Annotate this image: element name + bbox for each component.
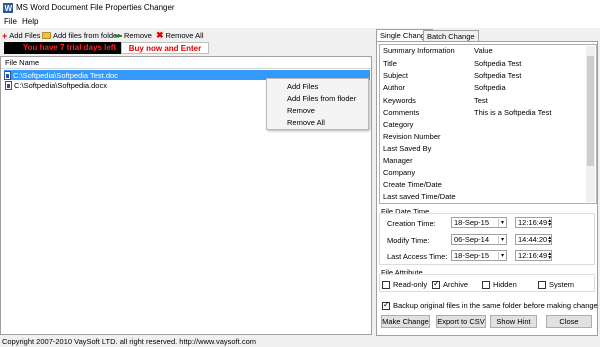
system-checkbox[interactable]: System <box>538 280 574 289</box>
vertical-scrollbar[interactable] <box>586 46 595 202</box>
folder-icon <box>42 32 51 39</box>
archive-checkbox[interactable]: Archive <box>432 279 468 289</box>
hidden-checkbox[interactable]: Hidden <box>482 280 517 289</box>
property-row-manager[interactable]: Manager <box>380 155 585 167</box>
minus-icon <box>115 34 122 37</box>
scrollbar-thumb[interactable] <box>587 56 594 166</box>
checkbox-box[interactable] <box>382 280 390 289</box>
backup-originals-checkbox[interactable]: Backup original files in the same folder… <box>382 300 598 310</box>
status-bar: Copyright 2007-2010 VaySoft LTD. all rig… <box>0 337 600 347</box>
show-hint-button[interactable]: Show Hint <box>490 315 537 328</box>
modify-time-input[interactable]: 14:44:20 ▲ ▼ <box>515 234 552 245</box>
plus-icon: + <box>2 30 8 41</box>
property-row-company[interactable]: Company <box>380 167 585 179</box>
menu-bar: File Help <box>0 16 600 28</box>
property-row-create-time-date[interactable]: Create Time/Date <box>380 179 585 191</box>
checkbox-box[interactable] <box>538 280 546 289</box>
checkbox-checked[interactable] <box>382 300 390 310</box>
file-name-column-header[interactable]: File Name <box>1 57 371 69</box>
ctx-add-files-from-folder[interactable]: Add Files from floder <box>287 94 356 103</box>
toolbar: + Add Files Add files from folder Remove… <box>0 29 375 41</box>
creation-date-picker[interactable]: 18-Sep-15 ▾ <box>451 217 507 228</box>
property-row-last-saved-time-date[interactable]: Last saved Time/Date <box>380 191 585 203</box>
ctx-remove[interactable]: Remove <box>287 106 315 115</box>
property-row-author[interactable]: Author Softpedia <box>380 82 585 94</box>
property-row-title[interactable]: Title Softpedia Test <box>380 58 585 70</box>
calendar-dropdown-icon[interactable]: ▾ <box>498 235 506 244</box>
app-icon: W <box>3 3 13 13</box>
calendar-dropdown-icon[interactable]: ▾ <box>498 251 506 260</box>
remove-all-button[interactable]: ✖ Remove All <box>156 30 203 41</box>
properties-grid[interactable]: Summary Information Value Title Softpedia… <box>379 44 597 204</box>
property-row-category[interactable]: Category <box>380 119 585 131</box>
copyright-text: Copyright 2007-2010 VaySoft LTD. all rig… <box>2 337 257 346</box>
export-to-csv-button[interactable]: Export to CSV <box>436 315 486 328</box>
menu-file[interactable]: File <box>4 17 17 26</box>
time-spinner-icon[interactable]: ▲ ▼ <box>547 251 552 260</box>
modify-date-picker[interactable]: 06-Sep-14 ▾ <box>451 234 507 245</box>
svg-text:W: W <box>5 4 13 13</box>
time-spinner-icon[interactable]: ▲ ▼ <box>547 235 552 244</box>
property-row-keywords[interactable]: Keywords Test <box>380 95 585 107</box>
ctx-remove-all[interactable]: Remove All <box>287 118 325 127</box>
summary-information-header[interactable]: Summary Information <box>383 45 455 57</box>
title-bar: W MS Word Document File Properties Chang… <box>0 0 600 16</box>
file-row[interactable]: C:\Softpedia\Softpedia.docx <box>5 80 107 90</box>
word-doc-icon <box>5 80 12 90</box>
read-only-checkbox[interactable]: Read-only <box>382 280 427 289</box>
creation-time-input[interactable]: 12:16:49 ▲ ▼ <box>515 217 552 228</box>
property-row-last-saved-by[interactable]: Last Saved By <box>380 143 585 155</box>
checkbox-box[interactable] <box>482 280 490 289</box>
add-files-from-folder-button[interactable]: Add files from folder <box>42 30 120 41</box>
modify-time-label: Modify Time: <box>387 236 430 245</box>
x-icon: ✖ <box>156 30 164 40</box>
menu-help[interactable]: Help <box>22 17 38 26</box>
calendar-dropdown-icon[interactable]: ▾ <box>498 218 506 227</box>
last-access-date-picker[interactable]: 18-Sep-15 ▾ <box>451 250 507 261</box>
word-doc-icon <box>4 70 11 80</box>
make-change-button[interactable]: Make Change <box>381 315 430 328</box>
context-menu: Add Files Add Files from floder Remove R… <box>266 78 369 130</box>
buy-now-button[interactable]: Buy now and Enter Key <box>121 42 209 65</box>
creation-time-label: Creation Time: <box>387 219 436 228</box>
checkbox-checked[interactable] <box>432 279 440 289</box>
value-header[interactable]: Value <box>474 45 493 57</box>
add-files-button[interactable]: + Add Files <box>2 30 41 41</box>
ctx-add-files[interactable]: Add Files <box>287 82 318 91</box>
time-spinner-icon[interactable]: ▲ ▼ <box>547 218 552 227</box>
last-access-time-input[interactable]: 12:16:49 ▲ ▼ <box>515 250 552 261</box>
property-row-comments[interactable]: Comments This is a Softpedia Test <box>380 107 585 119</box>
trial-days-label: You have 7 trial days left <box>4 42 135 54</box>
remove-button[interactable]: Remove <box>115 30 152 41</box>
close-button[interactable]: Close <box>546 315 592 328</box>
last-access-time-label: Last Access Time: <box>387 252 448 261</box>
property-row-revision-number[interactable]: Revision Number <box>380 131 585 143</box>
property-row-subject[interactable]: Subject Softpedia Test <box>380 70 585 82</box>
window-title: MS Word Document File Properties Changer <box>16 3 175 12</box>
